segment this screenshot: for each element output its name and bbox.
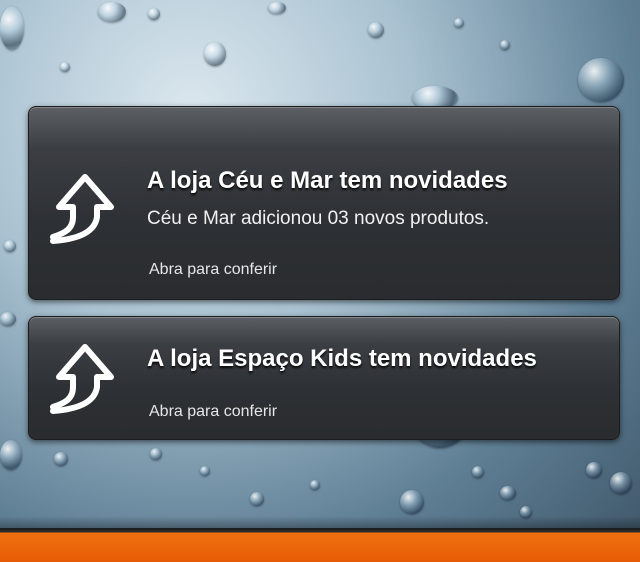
water-drop — [500, 40, 510, 50]
notification-title: A loja Espaço Kids tem novidades — [147, 345, 537, 372]
water-drop — [610, 472, 632, 494]
water-drop — [150, 448, 162, 460]
notification-ceu-e-mar[interactable]: A loja Céu e Mar tem novidades Céu e Mar… — [28, 106, 620, 300]
share-arrow-icon — [50, 174, 114, 244]
notification-body: Céu e Mar adicionou 03 novos produtos. — [147, 208, 490, 229]
water-drop — [586, 462, 602, 478]
water-drop — [0, 6, 24, 50]
water-drop — [0, 440, 22, 470]
open-link[interactable]: Abra para conferir — [149, 403, 277, 421]
water-drop — [60, 62, 70, 72]
water-drop — [200, 466, 210, 476]
water-drop — [54, 452, 68, 466]
open-link[interactable]: Abra para conferir — [149, 261, 277, 279]
water-drop — [400, 490, 424, 514]
water-drop — [268, 2, 286, 14]
water-drop — [250, 492, 264, 506]
water-drop — [368, 22, 384, 38]
water-drop — [500, 486, 516, 500]
notification-title: A loja Céu e Mar tem novidades — [147, 167, 508, 194]
water-drop — [148, 8, 160, 20]
water-drop — [578, 58, 624, 102]
water-drop — [4, 240, 16, 252]
water-drop — [310, 480, 320, 490]
water-drop — [204, 42, 226, 66]
water-drop — [0, 312, 16, 326]
bottom-accent-bar — [0, 516, 640, 562]
water-drop — [472, 466, 484, 478]
water-drop — [454, 18, 464, 28]
share-arrow-icon — [50, 344, 114, 414]
water-drop — [98, 2, 126, 22]
notification-espaco-kids[interactable]: A loja Espaço Kids tem novidades Abra pa… — [28, 316, 620, 440]
